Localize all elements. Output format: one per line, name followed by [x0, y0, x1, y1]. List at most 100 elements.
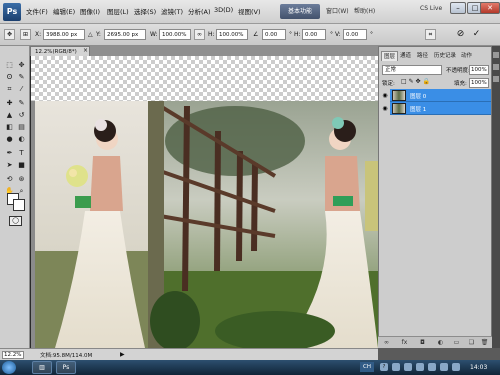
zoom-level-field[interactable]: 12.2% [2, 351, 24, 359]
help-icon[interactable]: ? [380, 363, 388, 371]
panel-icon[interactable] [493, 52, 499, 58]
commit-transform-icon[interactable]: ✓ [471, 29, 482, 40]
layer-thumbnail [392, 103, 406, 114]
cs-live-button[interactable]: CS Live [420, 5, 442, 12]
tab-actions[interactable]: 动作 [459, 51, 474, 61]
panel-icon[interactable] [493, 64, 499, 70]
v-skew-field[interactable]: 0.00 [343, 29, 367, 40]
shape-tool-icon[interactable]: ■ [16, 160, 27, 170]
menu-edit[interactable]: 编辑(E) [53, 6, 75, 16]
workspace-button[interactable]: 基本功能 [280, 4, 320, 19]
visibility-eye-icon[interactable]: ◉ [380, 89, 390, 102]
explorer-taskbar-icon[interactable]: ▥ [32, 361, 52, 374]
layer-row[interactable]: ◉ 图层 0 [380, 89, 491, 102]
cancel-transform-icon[interactable]: ⊘ [455, 29, 466, 40]
clone-stamp-icon[interactable]: ▲ [4, 110, 15, 120]
status-arrow-icon[interactable]: ▶ [120, 351, 125, 358]
history-brush-icon[interactable]: ↺ [16, 110, 27, 120]
clock[interactable]: 14:03 [470, 364, 487, 371]
layer-name[interactable]: 图层 0 [410, 92, 426, 100]
brush-tool-icon[interactable]: ✎ [16, 98, 27, 108]
lasso-tool-icon[interactable]: ʘ [4, 72, 15, 82]
dodge-tool-icon[interactable]: ◐ [16, 134, 27, 144]
menu-analysis[interactable]: 分析(A) [188, 6, 211, 16]
angle-field[interactable]: 0.00 [262, 29, 286, 40]
quick-mask-icon[interactable]: ◯ [9, 216, 22, 226]
background-color-swatch[interactable] [13, 199, 25, 211]
menu-select[interactable]: 选择(S) [134, 6, 156, 16]
adjustment-layer-icon[interactable]: ◐ [436, 339, 445, 347]
close-icon[interactable]: ✕ [480, 2, 500, 14]
move-tool-icon[interactable]: ✥ [16, 60, 27, 70]
h-skew-label: H: [294, 31, 301, 38]
tray-icon[interactable] [392, 363, 400, 371]
layer-mask-icon[interactable]: ◘ [418, 339, 427, 347]
quick-select-icon[interactable]: ✎ [16, 72, 27, 82]
panel-icon[interactable] [493, 76, 499, 82]
crop-tool-icon[interactable]: ⌗ [4, 84, 15, 94]
menu-help[interactable]: 帮助(H) [354, 6, 375, 15]
h-label: H: [208, 31, 215, 38]
w-field[interactable]: 100.00% [159, 29, 191, 40]
lock-label: 锁定: [382, 81, 395, 87]
blend-mode-select[interactable]: 正常 [382, 65, 442, 75]
3d-rotate-icon[interactable]: ⟲ [4, 174, 15, 184]
document-tab[interactable]: 12.2%(RGB/8*) [30, 46, 90, 56]
photoshop-taskbar-icon[interactable]: Ps [56, 361, 76, 374]
gradient-tool-icon[interactable]: ▤ [16, 122, 27, 132]
link-icon[interactable]: ∞ [194, 29, 205, 40]
warp-icon[interactable]: ⌗ [425, 29, 436, 40]
y-field[interactable]: 2695.00 px [104, 29, 146, 40]
tab-channels[interactable]: 通道 [398, 51, 413, 61]
new-layer-icon[interactable]: ❏ [467, 339, 476, 347]
tray-icon[interactable] [416, 363, 424, 371]
menu-window[interactable]: 窗口(W) [326, 6, 349, 15]
reference-point-icon[interactable]: ⊞ [20, 29, 31, 40]
degree-sign-2: ° [330, 31, 333, 38]
h-field[interactable]: 100.00% [216, 29, 248, 40]
tab-close-icon[interactable]: × [83, 47, 88, 54]
visibility-eye-icon[interactable]: ◉ [380, 102, 390, 115]
minimize-icon[interactable]: – [450, 2, 466, 14]
w-label: W: [150, 31, 158, 38]
menu-view[interactable]: 视图(V) [238, 6, 261, 16]
tray-icon[interactable] [404, 363, 412, 371]
menu-file[interactable]: 文件(F) [26, 6, 48, 16]
photoshop-logo: Ps [3, 3, 21, 21]
network-icon[interactable] [440, 363, 448, 371]
type-tool-icon[interactable]: T [16, 148, 27, 158]
opacity-field[interactable]: 100% [469, 65, 489, 75]
new-group-icon[interactable]: ▭ [452, 339, 461, 347]
tray-icon[interactable] [428, 363, 436, 371]
marquee-tool-icon[interactable]: ⬚ [4, 60, 15, 70]
x-field[interactable]: 3988.00 px [43, 29, 85, 40]
document-image[interactable] [35, 101, 378, 348]
layer-row[interactable]: ◉ 图层 1 [380, 102, 491, 115]
start-button[interactable] [2, 361, 16, 374]
path-select-icon[interactable]: ➤ [4, 160, 15, 170]
menu-image[interactable]: 图像(I) [80, 6, 100, 16]
eyedropper-icon[interactable]: ⁄ [16, 84, 27, 94]
tab-layers[interactable]: 图层 [381, 51, 399, 61]
volume-icon[interactable] [452, 363, 460, 371]
pen-tool-icon[interactable]: ✒ [4, 148, 15, 158]
delete-layer-icon[interactable]: 🗑 [480, 339, 489, 347]
layer-style-icon[interactable]: fx [400, 339, 409, 347]
healing-brush-icon[interactable]: ✚ [4, 98, 15, 108]
menu-filter[interactable]: 滤镜(T) [161, 6, 183, 16]
eraser-icon[interactable]: ◧ [4, 122, 15, 132]
canvas-area[interactable] [31, 56, 378, 348]
h-skew-field[interactable]: 0.00 [302, 29, 326, 40]
layer-name[interactable]: 图层 1 [410, 105, 426, 113]
language-indicator[interactable]: CH [360, 362, 374, 372]
fill-field[interactable]: 100% [469, 78, 489, 88]
link-layers-icon[interactable]: ∞ [382, 339, 391, 347]
move-tool-icon[interactable]: ✥ [4, 29, 15, 40]
3d-orbit-icon[interactable]: ⊛ [16, 174, 27, 184]
blur-tool-icon[interactable]: ● [4, 134, 15, 144]
lock-icons[interactable]: □ ✎ ✥ 🔒 [401, 78, 430, 85]
tab-history[interactable]: 历史记录 [432, 51, 458, 61]
tab-paths[interactable]: 路径 [415, 51, 430, 61]
menu-3d[interactable]: 3D(D) [214, 6, 233, 14]
menu-layer[interactable]: 图层(L) [107, 6, 129, 16]
